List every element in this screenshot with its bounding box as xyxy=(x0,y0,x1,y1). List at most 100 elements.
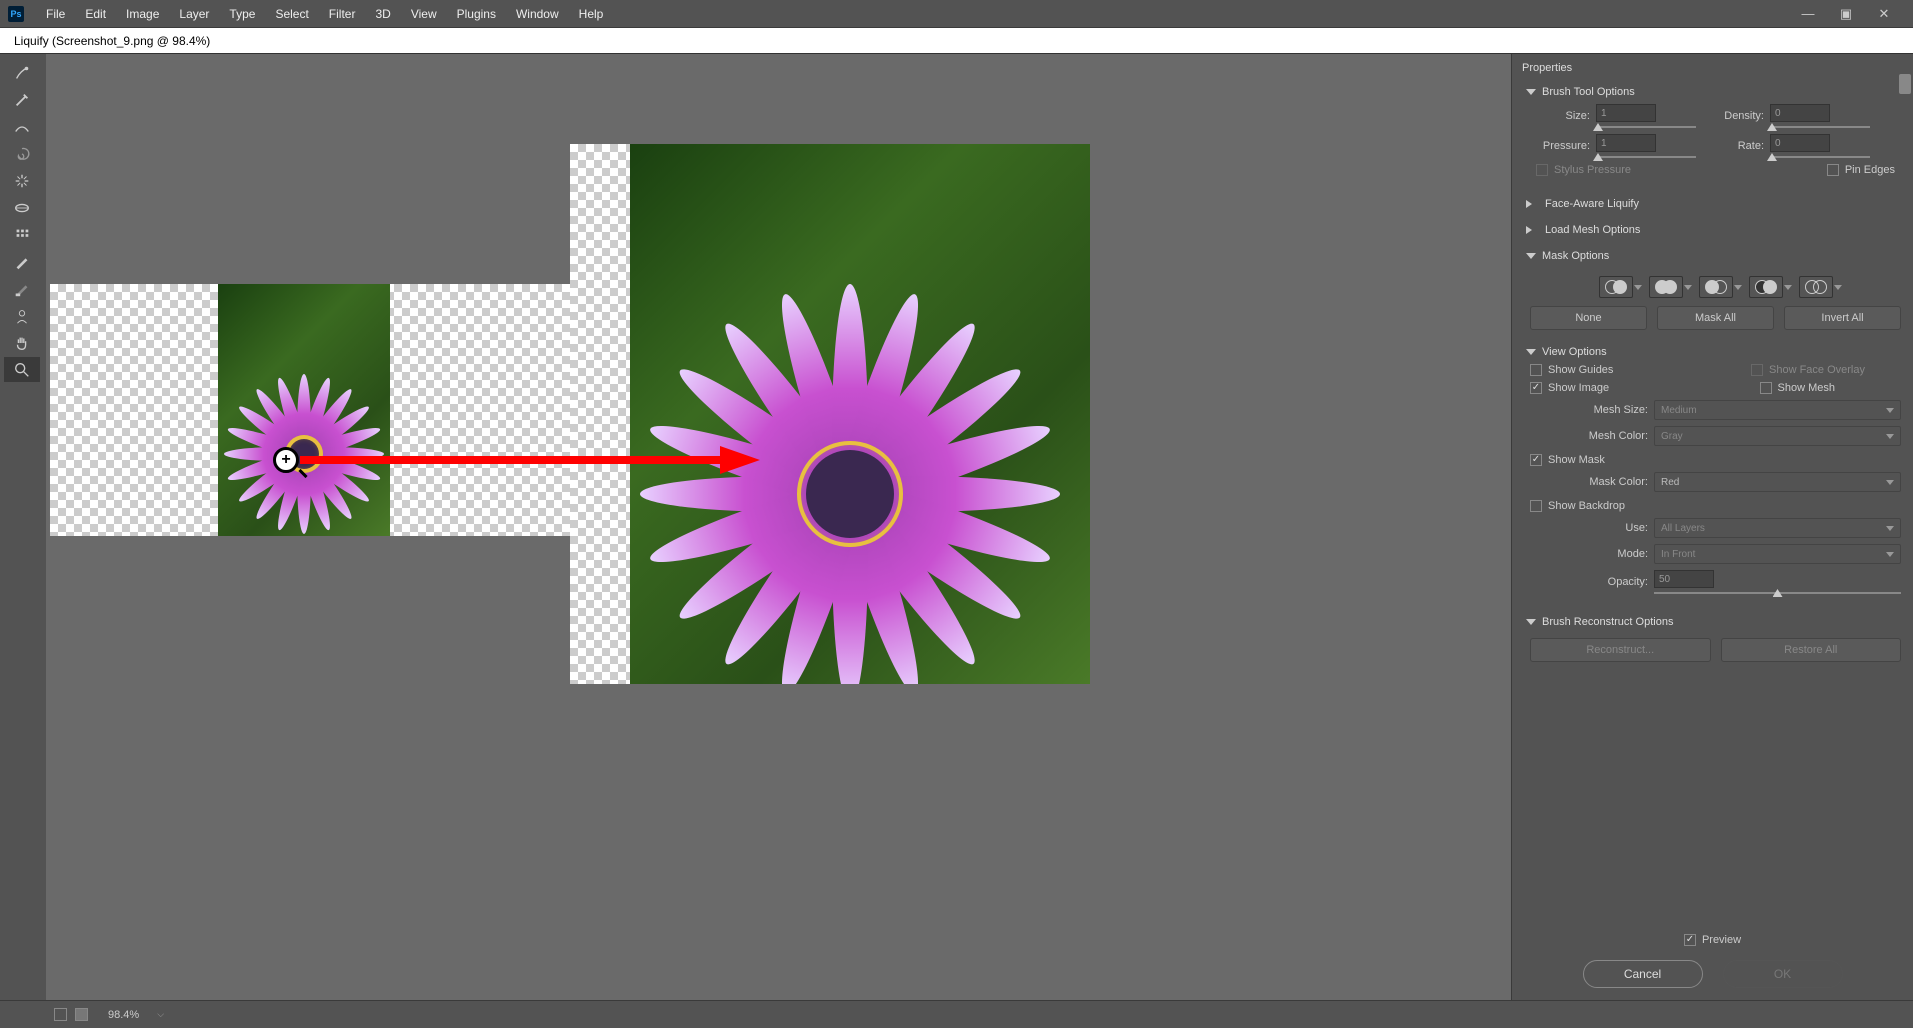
density-input[interactable] xyxy=(1770,104,1830,122)
show-backdrop-checkbox[interactable] xyxy=(1530,500,1542,512)
pin-edges-label: Pin Edges xyxy=(1845,164,1895,176)
use-label: Use: xyxy=(1530,522,1648,534)
push-left-tool[interactable] xyxy=(4,222,40,247)
rate-input[interactable] xyxy=(1770,134,1830,152)
show-face-label: Show Face Overlay xyxy=(1769,364,1865,376)
show-guides-checkbox[interactable] xyxy=(1530,364,1542,376)
stylus-pressure-label: Stylus Pressure xyxy=(1554,164,1631,176)
show-mask-checkbox[interactable] xyxy=(1530,454,1542,466)
mesh-color-label: Mesh Color: xyxy=(1530,430,1648,442)
zoom-cursor-icon: + xyxy=(273,447,299,473)
menu-layer[interactable]: Layer xyxy=(169,7,219,21)
mask-invert-all-button[interactable]: Invert All xyxy=(1784,306,1901,330)
mode-label: Mode: xyxy=(1530,548,1648,560)
mask-color-label: Mask Color: xyxy=(1530,476,1648,488)
menu-window[interactable]: Window xyxy=(506,7,569,21)
mask-none-button[interactable]: None xyxy=(1530,306,1647,330)
properties-title: Properties xyxy=(1512,54,1913,82)
properties-panel: Properties Brush Tool Options Size: Dens… xyxy=(1511,54,1913,1000)
preview-label: Preview xyxy=(1702,934,1741,946)
brush-tool-options-header[interactable]: Brush Tool Options xyxy=(1526,82,1905,102)
annotation-arrow xyxy=(300,440,760,480)
minimize-icon[interactable]: — xyxy=(1793,4,1823,24)
reconstruct-tool[interactable] xyxy=(4,87,40,112)
mask-options-header[interactable]: Mask Options xyxy=(1526,246,1905,266)
close-icon[interactable]: ✕ xyxy=(1869,4,1899,24)
stylus-pressure-checkbox xyxy=(1536,164,1548,176)
liquify-toolbar xyxy=(0,54,46,1000)
hand-tool[interactable] xyxy=(4,330,40,355)
show-face-checkbox xyxy=(1751,364,1763,376)
menu-plugins[interactable]: Plugins xyxy=(447,7,506,21)
menu-filter[interactable]: Filter xyxy=(319,7,366,21)
mask-all-button[interactable]: Mask All xyxy=(1657,306,1774,330)
view-options-header[interactable]: View Options xyxy=(1526,342,1905,362)
restore-all-button: Restore All xyxy=(1721,638,1902,662)
menu-view[interactable]: View xyxy=(401,7,447,21)
twirl-tool[interactable] xyxy=(4,141,40,166)
cancel-button[interactable]: Cancel xyxy=(1583,960,1703,988)
opacity-input xyxy=(1654,570,1714,588)
pressure-slider[interactable] xyxy=(1596,156,1696,158)
brush-reconstruct-header[interactable]: Brush Reconstruct Options xyxy=(1526,612,1905,632)
rate-slider[interactable] xyxy=(1770,156,1870,158)
forward-warp-tool[interactable] xyxy=(4,60,40,85)
rate-label: Rate: xyxy=(1702,140,1764,152)
show-mask-label: Show Mask xyxy=(1548,454,1605,466)
thaw-mask-tool[interactable] xyxy=(4,276,40,301)
face-aware-header[interactable]: Face-Aware Liquify xyxy=(1526,194,1905,214)
mode-dropdown: In Front xyxy=(1654,544,1901,564)
statusbar-icon[interactable] xyxy=(54,1008,67,1021)
menu-file[interactable]: File xyxy=(36,7,75,21)
pucker-tool[interactable] xyxy=(4,168,40,193)
load-mesh-header[interactable]: Load Mesh Options xyxy=(1526,220,1905,240)
zoom-dropdown-icon[interactable]: ⌵ xyxy=(157,1009,164,1020)
pressure-input[interactable] xyxy=(1596,134,1656,152)
zoom-level[interactable]: 98.4% xyxy=(108,1009,139,1021)
mask-replace-icon[interactable] xyxy=(1599,276,1633,298)
size-label: Size: xyxy=(1530,110,1590,122)
mask-add-icon[interactable] xyxy=(1649,276,1683,298)
freeze-mask-tool[interactable] xyxy=(4,249,40,274)
reconstruct-button: Reconstruct... xyxy=(1530,638,1711,662)
source-image xyxy=(218,284,390,536)
menubar: Ps File Edit Image Layer Type Select Fil… xyxy=(0,0,1913,28)
show-backdrop-label: Show Backdrop xyxy=(1548,500,1625,512)
mask-invert-icon[interactable] xyxy=(1799,276,1833,298)
menu-help[interactable]: Help xyxy=(569,7,614,21)
size-slider[interactable] xyxy=(1596,126,1696,128)
menu-edit[interactable]: Edit xyxy=(75,7,116,21)
opacity-label: Opacity: xyxy=(1530,576,1648,588)
transparency-checker xyxy=(570,144,630,684)
pressure-label: Pressure: xyxy=(1530,140,1590,152)
size-input[interactable] xyxy=(1596,104,1656,122)
density-label: Density: xyxy=(1702,110,1764,122)
menu-3d[interactable]: 3D xyxy=(365,7,400,21)
statusbar-icon[interactable] xyxy=(75,1008,88,1021)
mask-color-dropdown[interactable]: Red xyxy=(1654,472,1901,492)
menu-type[interactable]: Type xyxy=(219,7,265,21)
mask-subtract-icon[interactable] xyxy=(1699,276,1733,298)
use-dropdown: All Layers xyxy=(1654,518,1901,538)
mask-intersect-icon[interactable] xyxy=(1749,276,1783,298)
face-tool[interactable] xyxy=(4,303,40,328)
zoom-tool[interactable] xyxy=(4,357,40,382)
menu-image[interactable]: Image xyxy=(116,7,169,21)
zoomed-image xyxy=(630,144,1090,684)
show-mesh-label: Show Mesh xyxy=(1778,382,1835,394)
pin-edges-checkbox[interactable] xyxy=(1827,164,1839,176)
smooth-tool[interactable] xyxy=(4,114,40,139)
show-guides-label: Show Guides xyxy=(1548,364,1613,376)
menu-select[interactable]: Select xyxy=(265,7,318,21)
statusbar: 98.4% ⌵ xyxy=(0,1000,1913,1028)
show-image-checkbox[interactable] xyxy=(1530,382,1542,394)
density-slider[interactable] xyxy=(1770,126,1870,128)
maximize-icon[interactable]: ▣ xyxy=(1831,4,1861,24)
show-mesh-checkbox[interactable] xyxy=(1760,382,1772,394)
scrollbar-thumb[interactable] xyxy=(1899,74,1911,94)
bloat-tool[interactable] xyxy=(4,195,40,220)
mesh-color-dropdown: Gray xyxy=(1654,426,1901,446)
preview-checkbox[interactable] xyxy=(1684,934,1696,946)
canvas-area[interactable]: + xyxy=(46,54,1511,1000)
mesh-size-dropdown: Medium xyxy=(1654,400,1901,420)
